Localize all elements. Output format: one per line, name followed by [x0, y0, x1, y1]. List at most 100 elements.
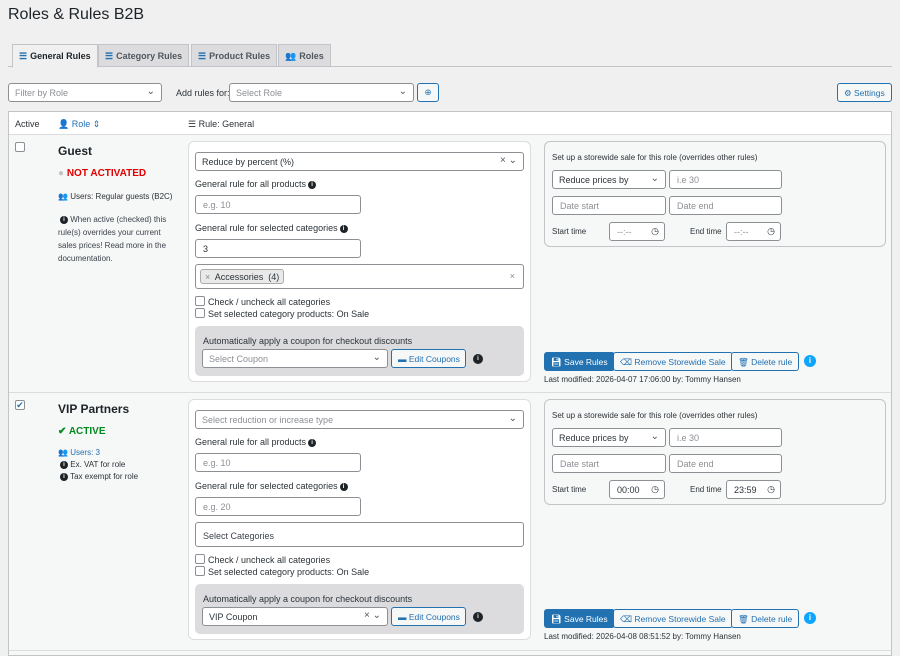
sliders-icon: ☰: [188, 119, 197, 129]
filter-placeholder: Filter by Role: [15, 88, 69, 98]
time-value: --:--: [617, 227, 632, 237]
rule-panel: Reduce by percent (%) × ⌄ General rule fo…: [188, 141, 531, 382]
save-icon: 💾︎: [551, 614, 562, 624]
circle-icon: ●: [58, 168, 65, 179]
on-sale-checkbox[interactable]: [195, 566, 205, 576]
reduction-type-select[interactable]: Select reduction or increase type ⌄: [195, 410, 524, 429]
coupon-select[interactable]: VIP Coupon × ⌄: [202, 607, 388, 626]
sale-title: Set up a storewide sale for this role (o…: [552, 411, 758, 420]
reduce-prices-select[interactable]: Reduce prices by ⌄: [552, 428, 666, 447]
button-label: Remove Storewide Sale: [634, 357, 726, 367]
category-tag: × Accessories (4): [200, 269, 285, 284]
save-rules-button[interactable]: 💾︎ Save Rules: [544, 609, 615, 628]
rules-table: Active 👤 Role ⇕ ☰ Rule: General Guest ● …: [8, 111, 892, 656]
start-time-label: Start time: [552, 485, 587, 494]
sale-amount-input[interactable]: i.e 30: [669, 428, 782, 447]
reduce-prices-select[interactable]: Reduce prices by ⌄: [552, 170, 666, 189]
all-products-input[interactable]: e.g. 10: [195, 453, 361, 472]
plus-circle-icon: ⊕: [424, 87, 432, 97]
delete-rule-button[interactable]: 🗑︎ Delete rule: [731, 609, 800, 628]
select-role-dropdown[interactable]: Select Role ⌄: [229, 83, 414, 102]
button-label: Edit Coupons: [408, 354, 460, 364]
edit-coupons-button[interactable]: ▬ Edit Coupons: [391, 349, 466, 368]
start-time-input[interactable]: 00:00 ◷: [609, 480, 665, 499]
note-text: When active (checked) this rule(s) overr…: [58, 215, 167, 263]
date-end-input[interactable]: Date end: [669, 454, 782, 473]
categories-value-input[interactable]: 3: [195, 239, 361, 258]
reduction-type-select[interactable]: Reduce by percent (%) × ⌄: [195, 152, 524, 171]
users-link[interactable]: 👥 Users: 3: [58, 448, 100, 457]
info-icon[interactable]: i: [473, 612, 483, 622]
date-start-input[interactable]: Date start: [552, 454, 666, 473]
clock-icon: ◷: [767, 484, 775, 494]
sort-icon: ⇕: [92, 119, 101, 129]
coupon-value: VIP Coupon: [209, 612, 258, 622]
categories-multiselect[interactable]: Select Categories: [195, 522, 524, 547]
date-start-input[interactable]: Date start: [552, 196, 666, 215]
on-sale-checkbox[interactable]: [195, 308, 205, 318]
status-text: ACTIVE: [68, 426, 106, 437]
chevron-down-icon: ⌄: [508, 413, 517, 424]
start-time-label: Start time: [552, 227, 587, 236]
placeholder: e.g. 20: [203, 502, 231, 512]
check-all-checkbox[interactable]: [195, 296, 205, 306]
settings-button[interactable]: ⚙ Settings: [837, 83, 892, 102]
remove-tag-icon[interactable]: ×: [205, 272, 210, 282]
end-time-label: End time: [690, 227, 722, 236]
coupon-label: Automatically apply a coupon for checkou…: [203, 594, 413, 604]
tab-product-rules[interactable]: ☰ Product Rules: [191, 44, 278, 67]
active-checkbox[interactable]: ✔: [15, 400, 25, 410]
placeholder: Date end: [677, 459, 714, 469]
info-icon[interactable]: i: [473, 354, 483, 364]
tab-general-rules[interactable]: ☰ General Rules: [12, 44, 98, 68]
header-rule: ☰ Rule: General: [188, 119, 254, 130]
add-role-button[interactable]: ⊕: [417, 83, 439, 102]
button-label: Delete rule: [751, 614, 793, 624]
remove-storewide-sale-button[interactable]: ⌫ Remove Storewide Sale: [613, 352, 733, 371]
save-rules-button[interactable]: 💾︎ Save Rules: [544, 352, 615, 371]
header-role-sort[interactable]: 👤 Role ⇕: [58, 119, 100, 130]
label-text: General rule for selected categories: [195, 481, 338, 491]
filter-role-select[interactable]: Filter by Role ⌄: [8, 83, 162, 102]
tax-exempt-info: i Tax exempt for role: [58, 472, 138, 481]
tab-label: General Rules: [30, 51, 91, 61]
button-label: Delete rule: [751, 357, 793, 367]
info-icon: i: [339, 482, 348, 491]
delete-rule-button[interactable]: 🗑︎ Delete rule: [731, 352, 800, 371]
edit-coupons-button[interactable]: ▬ Edit Coupons: [391, 607, 466, 626]
users-icon: 👥: [58, 448, 68, 457]
date-end-input[interactable]: Date end: [669, 196, 782, 215]
clock-icon: ◷: [651, 484, 659, 494]
clear-icon[interactable]: ×: [510, 271, 515, 281]
tab-category-rules[interactable]: ☰ Category Rules: [98, 44, 190, 67]
active-checkbox[interactable]: [15, 142, 25, 152]
all-products-input[interactable]: e.g. 10: [195, 195, 361, 214]
categories-multiselect[interactable]: × Accessories (4) ×: [195, 264, 524, 289]
info-icon[interactable]: i: [804, 612, 816, 624]
user-icon: 👤: [58, 119, 70, 129]
tab-label: Product Rules: [209, 51, 271, 61]
ticket-icon: ▬: [398, 354, 407, 364]
info-icon[interactable]: i: [804, 355, 816, 367]
categories-label: General rule for selected categories i: [195, 223, 348, 233]
eraser-icon: ⌫: [620, 614, 633, 624]
end-time-input[interactable]: 23:59 ◷: [726, 480, 781, 499]
start-time-input[interactable]: --:-- ◷: [609, 222, 665, 241]
sale-amount-input[interactable]: i.e 30: [669, 170, 782, 189]
remove-storewide-sale-button[interactable]: ⌫ Remove Storewide Sale: [613, 609, 733, 628]
value: 3: [203, 244, 209, 254]
coupon-select[interactable]: Select Coupon ⌄: [202, 349, 388, 368]
check-all-checkbox[interactable]: [195, 554, 205, 564]
coupon-box: Automatically apply a coupon for checkou…: [195, 326, 524, 376]
button-label: Save Rules: [564, 614, 608, 624]
check-all-label: Check / uncheck all categories: [208, 555, 331, 565]
tab-roles[interactable]: 👥 Roles: [278, 44, 331, 67]
placeholder: e.g. 10: [203, 458, 231, 468]
clear-chevron-icon: × ⌄: [364, 610, 381, 621]
end-time-input[interactable]: --:-- ◷: [726, 222, 781, 241]
status-badge: ● NOT ACTIVATED: [58, 168, 146, 179]
status-badge: ✔ ACTIVE: [58, 426, 105, 437]
categories-value-input[interactable]: e.g. 20: [195, 497, 361, 516]
role-name: Guest: [58, 144, 93, 158]
trash-icon: 🗑︎: [738, 357, 749, 367]
